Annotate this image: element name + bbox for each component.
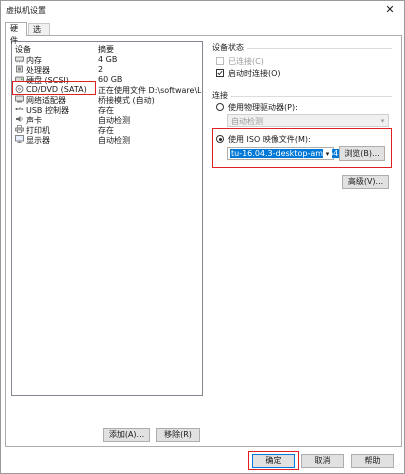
cancel-button[interactable]: 取消 <box>301 454 344 468</box>
browse-button[interactable]: 浏览(B)... <box>339 146 385 161</box>
device-name: 显示器 <box>26 136 50 145</box>
physical-drive-label: 使用物理驱动器(P): <box>228 103 298 112</box>
window-title: 虚拟机设置 <box>6 6 46 15</box>
device-summary: 自动检测 <box>98 136 130 145</box>
sound-card-icon <box>16 116 23 122</box>
hard-disk-icon <box>15 76 24 82</box>
monitor-icon <box>15 135 24 143</box>
list-header: 设备 摘要 <box>12 42 202 54</box>
remove-device-button[interactable]: 移除(R) <box>156 428 200 442</box>
device-row-monitor[interactable]: 显示器 自动检测 <box>12 134 202 145</box>
iso-file-select[interactable]: tu-16.04.3-desktop-amd64.iso ▾ <box>227 147 354 160</box>
connect-on-power-on-checkbox[interactable] <box>216 69 224 77</box>
device-row-hard-disk[interactable]: 硬盘 (SCSI) 60 GB <box>12 74 202 85</box>
connection-group <box>212 96 392 97</box>
chevron-down-icon: ▾ <box>380 117 385 125</box>
device-row-network-adapter[interactable]: 网络适配器 桥接模式 (自动) <box>12 94 202 105</box>
help-button[interactable]: 帮助 <box>351 454 394 468</box>
title-bar: 虚拟机设置 ✕ <box>1 1 404 19</box>
device-row-usb[interactable]: USB 控制器 存在 <box>12 104 202 115</box>
hardware-panel: 设备 摘要 内存 4 GB 处理器 2 硬盘 (SCSI) 60 GB CD/D <box>5 35 402 447</box>
device-row-cd-dvd[interactable]: CD/DVD (SATA) 正在使用文件 D:\software\Li... <box>12 84 202 95</box>
device-summary: 4 GB <box>98 55 118 64</box>
device-name: CD/DVD (SATA) <box>26 85 87 94</box>
iso-file-value-wrap: tu-16.04.3-desktop-amd64.iso <box>230 149 354 158</box>
close-icon[interactable]: ✕ <box>376 1 404 19</box>
cd-dvd-icon <box>15 85 24 93</box>
dialog-footer: 确定 取消 帮助 ⋰ <box>1 449 404 473</box>
iso-file-radio[interactable] <box>216 135 224 143</box>
device-row-processor[interactable]: 处理器 2 <box>12 64 202 75</box>
advanced-button[interactable]: 高级(V)... <box>342 175 389 189</box>
chevron-down-icon: ▾ <box>323 149 332 159</box>
device-row-printer[interactable]: 打印机 存在 <box>12 124 202 135</box>
device-status-title: 设备状态 <box>212 42 247 53</box>
resize-grip-icon[interactable]: ⋰ <box>394 463 402 471</box>
device-list[interactable]: 设备 摘要 内存 4 GB 处理器 2 硬盘 (SCSI) 60 GB CD/D <box>11 41 203 396</box>
add-device-button[interactable]: 添加(A)... <box>103 428 150 442</box>
memory-icon <box>15 56 24 63</box>
ok-button[interactable]: 确定 <box>252 454 295 468</box>
tab-hardware[interactable]: 硬件 <box>5 22 27 45</box>
device-summary: 2 <box>98 65 104 74</box>
physical-drive-radio[interactable] <box>216 103 224 111</box>
physical-drive-select[interactable]: 自动检测 ▾ <box>227 114 389 127</box>
iso-file-value: tu-16.04.3-desktop-amd64.iso <box>230 149 354 158</box>
vm-settings-window: 虚拟机设置 ✕ 硬件 选项 设备 摘要 内存 4 GB 处理器 2 <box>0 0 405 474</box>
usb-icon <box>15 106 24 110</box>
checkmark-icon <box>217 70 223 76</box>
cpu-icon <box>16 65 23 73</box>
connected-checkbox[interactable] <box>216 57 224 65</box>
device-row-sound-card[interactable]: 声卡 自动检测 <box>12 114 202 125</box>
connection-title: 连接 <box>212 90 231 101</box>
connect-on-power-on-label: 启动时连接(O) <box>228 69 281 78</box>
device-row-memory[interactable]: 内存 4 GB <box>12 54 202 65</box>
radio-dot-icon <box>218 137 222 141</box>
printer-icon <box>15 125 24 133</box>
connected-label: 已连接(C) <box>228 57 264 66</box>
network-adapter-icon <box>15 95 24 103</box>
iso-file-label: 使用 ISO 映像文件(M): <box>228 135 311 144</box>
device-summary: 60 GB <box>98 75 123 84</box>
physical-drive-value: 自动检测 <box>231 117 263 126</box>
